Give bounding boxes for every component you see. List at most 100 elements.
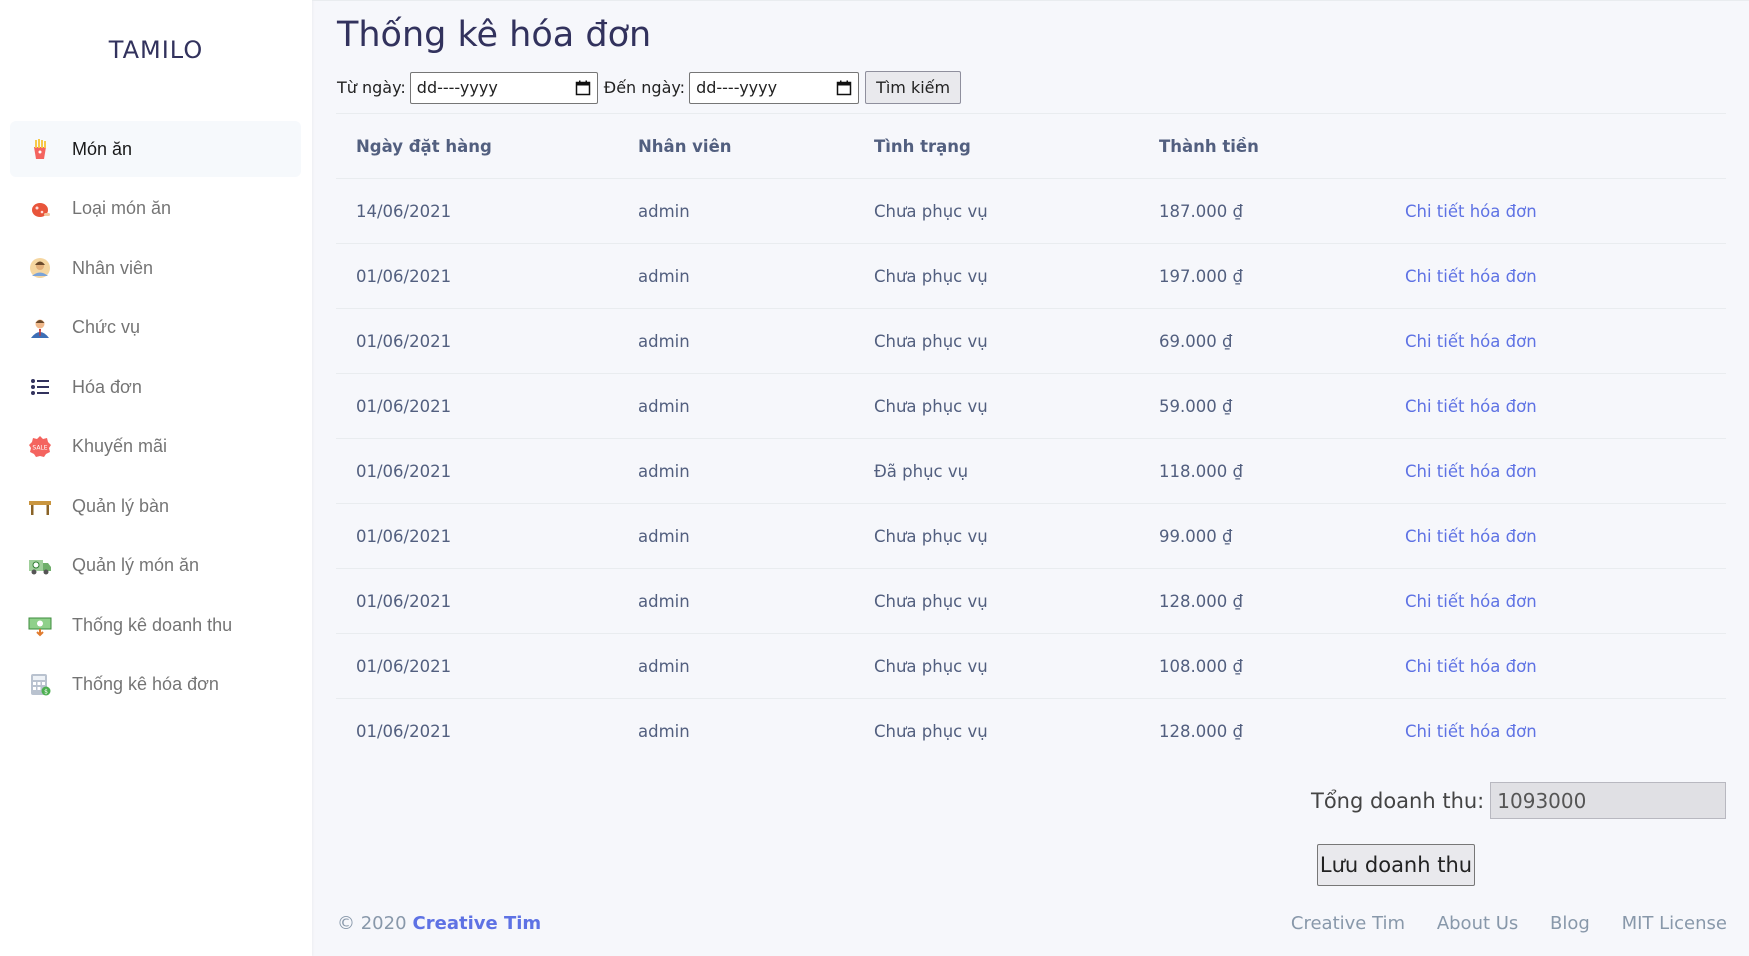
staff-cell: admin: [638, 656, 690, 676]
status-cell: Chưa phục vụ: [874, 526, 988, 546]
sidebar-item-label: Hóa đơn: [72, 376, 142, 397]
amount-cell: 197.000 ₫: [1159, 266, 1243, 286]
table-row: 01/06/2021 admin Chưa phục vụ 99.000 ₫ Chi t…: [336, 503, 1726, 568]
footer-link-creative-tim[interactable]: Creative Tim: [1291, 913, 1405, 934]
invoice-detail-link[interactable]: Chi tiết hóa đơn: [1405, 267, 1537, 286]
to-date-placeholder: dd----yyyy: [696, 78, 778, 97]
sidebar-item-quan-ly-mon-an[interactable]: Quản lý món ăn: [10, 538, 301, 594]
table-row: 01/06/2021 admin Chưa phục vụ 128.000 ₫ Chi …: [336, 568, 1726, 633]
action-cell: Chi tiết hóa đơn: [1405, 462, 1726, 481]
amount-cell: 108.000 ₫: [1159, 656, 1243, 676]
sidebar-item-nhan-vien[interactable]: Nhân viên: [10, 240, 301, 296]
sidebar-item-thong-ke-doanh-thu[interactable]: Thống kê doanh thu: [10, 597, 301, 653]
sidebar-item-mon-an[interactable]: Món ăn: [10, 121, 301, 177]
action-cell: Chi tiết hóa đơn: [1405, 202, 1726, 221]
sidebar-item-loai-mon-an[interactable]: Loại món ăn: [10, 181, 301, 237]
amount-cell: 59.000 ₫: [1159, 396, 1233, 416]
status-cell: Chưa phục vụ: [874, 721, 988, 741]
staff-cell: admin: [638, 396, 690, 416]
action-cell: Chi tiết hóa đơn: [1405, 527, 1726, 546]
order-date-cell: 01/06/2021: [356, 591, 452, 611]
staff-cell: admin: [638, 201, 690, 221]
to-date-input[interactable]: dd----yyyy: [689, 71, 860, 104]
order-date-cell: 14/06/2021: [356, 201, 452, 221]
header-amount: Thành tiền: [1159, 136, 1259, 156]
footer-link-about-us[interactable]: About Us: [1437, 913, 1519, 934]
invoice-detail-link[interactable]: Chi tiết hóa đơn: [1405, 462, 1537, 481]
amount-cell: 99.000 ₫: [1159, 526, 1233, 546]
table-row: 01/06/2021 admin Chưa phục vụ 108.000 ₫ Chi …: [336, 633, 1726, 698]
invoice-detail-link[interactable]: Chi tiết hóa đơn: [1405, 657, 1537, 676]
from-date-placeholder: dd----yyyy: [416, 78, 498, 97]
save-revenue-button[interactable]: Lưu doanh thu: [1317, 844, 1475, 886]
user-role-icon: [28, 316, 52, 340]
status-cell: Chưa phục vụ: [874, 396, 988, 416]
from-date-label: Từ ngày:: [337, 78, 406, 97]
invoice-detail-link[interactable]: Chi tiết hóa đơn: [1405, 592, 1537, 611]
amount-cell: 187.000 ₫: [1159, 201, 1243, 221]
sidebar-item-label: Quản lý món ăn: [72, 555, 200, 575]
amount-cell: 69.000 ₫: [1159, 331, 1233, 351]
invoice-detail-link[interactable]: Chi tiết hóa đơn: [1405, 397, 1537, 416]
table-header-row: Ngày đặt hàng Nhân viên Tình trạng Thành…: [336, 113, 1726, 178]
date-filter: Từ ngày: dd----yyyy Đến ngày: dd----yyyy…: [337, 71, 962, 104]
invoice-table: Ngày đặt hàng Nhân viên Tình trạng Thành…: [336, 113, 1726, 763]
table-row: 01/06/2021 admin Đã phục vụ 118.000 ₫ Chi ti…: [336, 438, 1726, 503]
page-title: Thống kê hóa đơn: [337, 15, 652, 55]
brand-logo[interactable]: TAMILO: [0, 36, 312, 64]
table-row: 01/06/2021 admin Chưa phục vụ 128.000 ₫ Chi …: [336, 698, 1726, 763]
sidebar-item-khuyen-mai[interactable]: SALE Khuyến mãi: [10, 419, 301, 475]
footer-link-mit-license[interactable]: MIT License: [1622, 913, 1727, 934]
invoice-detail-link[interactable]: Chi tiết hóa đơn: [1405, 722, 1537, 741]
sidebar-item-label: Loại món ăn: [72, 198, 172, 218]
total-revenue-field[interactable]: 1093000: [1490, 782, 1727, 819]
sidebar-item-label: Quản lý bàn: [72, 495, 170, 516]
amount-cell: 128.000 ₫: [1159, 721, 1243, 741]
search-button[interactable]: Tìm kiếm: [865, 71, 962, 104]
amount-cell: 128.000 ₫: [1159, 591, 1243, 611]
header-staff: Nhân viên: [638, 136, 732, 156]
svg-text:SALE: SALE: [32, 444, 47, 451]
order-date-cell: 01/06/2021: [356, 396, 452, 416]
footer-link-blog[interactable]: Blog: [1550, 913, 1590, 934]
sidebar-item-label: Món ăn: [72, 138, 133, 159]
to-date-label: Đến ngày:: [603, 78, 686, 97]
table-row: 01/06/2021 admin Chưa phục vụ 69.000 ₫ Chi t…: [336, 308, 1726, 373]
sidebar-nav: Món ăn Loại món ăn Nhân viên Chức vụ Hóa…: [10, 121, 301, 716]
order-date-cell: 01/06/2021: [356, 721, 452, 741]
footer-brand-link[interactable]: Creative Tim: [413, 913, 542, 934]
sidebar-item-label: Thống kê hóa đơn: [72, 674, 219, 694]
status-cell: Chưa phục vụ: [874, 331, 988, 351]
staff-cell: admin: [638, 526, 690, 546]
sale-icon: SALE: [28, 435, 52, 459]
sidebar-item-hoa-don[interactable]: Hóa đơn: [10, 359, 301, 415]
status-cell: Chưa phục vụ: [874, 656, 988, 676]
sidebar-item-label: Thống kê doanh thu: [72, 614, 233, 635]
sidebar: TAMILO Món ăn Loại món ăn Nhân viên Chức…: [0, 0, 312, 956]
delivery-icon: [28, 554, 52, 578]
invoice-detail-link[interactable]: Chi tiết hóa đơn: [1405, 527, 1537, 546]
sidebar-item-label: Chức vụ: [72, 317, 141, 337]
total-revenue-label: Tổng doanh thu:: [1311, 788, 1485, 813]
calendar-icon[interactable]: [836, 80, 852, 96]
order-date-cell: 01/06/2021: [356, 461, 452, 481]
action-cell: Chi tiết hóa đơn: [1405, 657, 1726, 676]
amount-cell: 118.000 ₫: [1159, 461, 1243, 481]
sidebar-item-label: Khuyến mãi: [72, 436, 168, 456]
action-cell: Chi tiết hóa đơn: [1405, 722, 1726, 741]
status-cell: Đã phục vụ: [874, 461, 969, 481]
order-date-cell: 01/06/2021: [356, 266, 452, 286]
staff-icon: [28, 256, 52, 280]
from-date-input[interactable]: dd----yyyy: [409, 71, 598, 104]
order-date-cell: 01/06/2021: [356, 656, 452, 676]
invoice-detail-link[interactable]: Chi tiết hóa đơn: [1405, 202, 1537, 221]
invoice-detail-link[interactable]: Chi tiết hóa đơn: [1405, 332, 1537, 351]
sidebar-item-thong-ke-hoa-don[interactable]: $ Thống kê hóa đơn: [10, 657, 301, 713]
calendar-icon[interactable]: [575, 80, 591, 96]
header-status: Tình trạng: [874, 136, 971, 156]
order-date-cell: 01/06/2021: [356, 526, 452, 546]
sidebar-item-quan-ly-ban[interactable]: Quản lý bàn: [10, 478, 301, 534]
sidebar-item-label: Nhân viên: [72, 257, 154, 278]
header-order-date: Ngày đặt hàng: [356, 136, 492, 156]
sidebar-item-chuc-vu[interactable]: Chức vụ: [10, 300, 301, 356]
